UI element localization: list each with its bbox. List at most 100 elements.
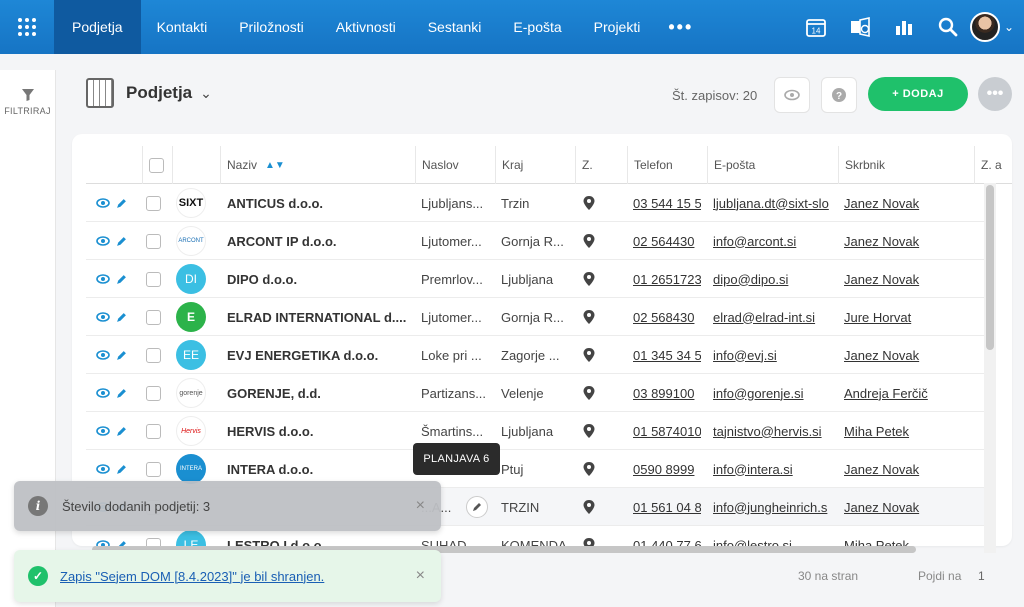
company-email[interactable]: info@arcont.si <box>713 222 833 260</box>
pencil-icon[interactable] <box>116 236 127 247</box>
map-pin-icon[interactable] <box>583 450 603 488</box>
company-phone[interactable]: 01 345 34 5 <box>633 336 701 374</box>
table-row[interactable]: Hervis HERVIS d.o.o. Šmartins... Ljublja… <box>86 412 996 450</box>
column-header-eposta[interactable]: E-pošta <box>707 146 838 184</box>
column-header-telefon[interactable]: Telefon <box>627 146 707 184</box>
filter-button[interactable]: FILTRIRAJ <box>0 88 55 116</box>
row-checkbox[interactable] <box>146 309 161 325</box>
nav-item-kontakti[interactable]: Kontakti <box>141 0 224 54</box>
company-owner[interactable]: Jure Horvat <box>844 298 969 336</box>
eye-icon[interactable] <box>96 312 110 322</box>
nav-item-priloznosti[interactable]: Priložnosti <box>223 0 320 54</box>
nav-item-aktivnosti[interactable]: Aktivnosti <box>320 0 412 54</box>
nav-item-eposta[interactable]: E-pošta <box>497 0 577 54</box>
map-pin-icon[interactable] <box>583 222 603 260</box>
company-phone[interactable]: 03 899100 <box>633 374 701 412</box>
select-all-checkbox[interactable] <box>149 157 164 173</box>
table-row[interactable]: E ELRAD INTERNATIONAL d.... Ljutomer... … <box>86 298 996 336</box>
company-name[interactable]: HERVIS d.o.o. <box>227 412 412 450</box>
row-checkbox[interactable] <box>146 385 161 401</box>
map-pin-icon[interactable] <box>583 336 603 374</box>
view-button[interactable] <box>774 77 810 113</box>
eye-icon[interactable] <box>96 274 110 284</box>
column-header-naziv[interactable]: Naziv ▲▼ <box>220 146 415 184</box>
company-owner[interactable]: Andreja Ferčič <box>844 374 969 412</box>
company-phone[interactable]: 02 568430 <box>633 298 701 336</box>
company-owner[interactable]: Janez Novak <box>844 260 969 298</box>
map-pin-icon[interactable] <box>583 184 603 222</box>
table-row[interactable]: gorenje GORENJE, d.d. Partizans... Velen… <box>86 374 996 412</box>
company-name[interactable]: ANTICUS d.o.o. <box>227 184 412 222</box>
pencil-icon[interactable] <box>116 312 127 323</box>
row-checkbox[interactable] <box>146 423 161 439</box>
page-title[interactable]: Podjetja <box>126 83 192 103</box>
company-name[interactable]: GORENJE, d.d. <box>227 374 412 412</box>
column-header-za[interactable]: Z. a <box>974 146 1012 184</box>
company-owner[interactable]: Janez Novak <box>844 336 969 374</box>
user-avatar[interactable] <box>969 12 1000 42</box>
exchange-sync-icon[interactable] <box>838 0 882 54</box>
eye-icon[interactable] <box>96 198 110 208</box>
column-header-z[interactable]: Z. <box>575 146 627 184</box>
company-email[interactable]: info@evj.si <box>713 336 833 374</box>
calendar-icon[interactable]: 14 <box>794 0 838 54</box>
close-icon[interactable]: × <box>416 497 425 515</box>
eye-icon[interactable] <box>96 426 110 436</box>
pencil-icon[interactable] <box>116 464 127 475</box>
sort-icon[interactable]: ▲▼ <box>265 160 285 171</box>
map-pin-icon[interactable] <box>583 374 603 412</box>
column-header-naslov[interactable]: Naslov <box>415 146 495 184</box>
company-email[interactable]: info@intera.si <box>713 450 833 488</box>
company-owner[interactable]: Janez Novak <box>844 450 969 488</box>
nav-item-projekti[interactable]: Projekti <box>578 0 657 54</box>
company-email[interactable]: ljubljana.dt@sixt-slo <box>713 184 833 222</box>
row-checkbox[interactable] <box>146 233 161 249</box>
company-email[interactable]: dipo@dipo.si <box>713 260 833 298</box>
company-phone[interactable]: 01 440 77 6 <box>633 526 701 547</box>
eye-icon[interactable] <box>96 464 110 474</box>
pencil-icon[interactable] <box>116 426 127 437</box>
pencil-icon[interactable] <box>116 198 127 209</box>
company-name[interactable]: ELRAD INTERNATIONAL d.... <box>227 298 412 336</box>
company-phone[interactable]: 01 5874010 <box>633 412 701 450</box>
edit-bubble-button[interactable] <box>466 496 488 518</box>
row-checkbox[interactable] <box>146 461 161 477</box>
company-name[interactable]: DIPO d.o.o. <box>227 260 412 298</box>
search-icon[interactable] <box>926 0 970 54</box>
help-button[interactable]: ? <box>821 77 857 113</box>
chevron-down-icon[interactable]: ⌄ <box>200 85 212 102</box>
table-row[interactable]: DI DIPO d.o.o. Premrlov... Ljubljana 01 … <box>86 260 996 298</box>
company-owner[interactable]: Janez Novak <box>844 488 969 526</box>
reports-chart-icon[interactable] <box>882 0 926 54</box>
company-email[interactable]: info@jungheinrich.s <box>713 488 833 526</box>
column-header-kraj[interactable]: Kraj <box>495 146 575 184</box>
company-email[interactable]: elrad@elrad-int.si <box>713 298 833 336</box>
company-email[interactable]: info@lestro.si <box>713 526 833 547</box>
eye-icon[interactable] <box>96 388 110 398</box>
map-pin-icon[interactable] <box>583 260 603 298</box>
company-email[interactable]: tajnistvo@hervis.si <box>713 412 833 450</box>
company-owner[interactable]: Janez Novak <box>844 184 969 222</box>
row-checkbox[interactable] <box>146 347 161 363</box>
chevron-down-icon[interactable]: ⌄ <box>1004 20 1014 34</box>
pencil-icon[interactable] <box>116 274 127 285</box>
nav-more-button[interactable]: ••• <box>656 17 705 38</box>
company-phone[interactable]: 02 564430 <box>633 222 701 260</box>
company-phone[interactable]: 0590 8999 <box>633 450 701 488</box>
map-pin-icon[interactable] <box>583 298 603 336</box>
company-email[interactable]: info@gorenje.si <box>713 374 833 412</box>
page-number-input[interactable]: 1 <box>978 569 985 583</box>
per-page-select[interactable]: 30 na stran <box>798 569 858 583</box>
company-phone[interactable]: 03 544 15 5 <box>633 184 701 222</box>
row-checkbox[interactable] <box>146 271 161 287</box>
map-pin-icon[interactable] <box>583 488 603 526</box>
close-icon[interactable]: × <box>416 567 425 585</box>
success-toast-link[interactable]: Zapis "Sejem DOM [8.4.2023]" je bil shra… <box>60 569 416 584</box>
nav-item-sestanki[interactable]: Sestanki <box>412 0 498 54</box>
company-owner[interactable]: Janez Novak <box>844 222 969 260</box>
table-row[interactable]: SIXT ANTICUS d.o.o. Ljubljans... Trzin 0… <box>86 184 996 222</box>
company-phone[interactable]: 01 561 04 8 <box>633 488 701 526</box>
nav-item-podjetja[interactable]: Podjetja <box>54 0 141 54</box>
table-row[interactable]: ARCONT ARCONT IP d.o.o. Ljutomer... Gorn… <box>86 222 996 260</box>
app-grid-icon[interactable] <box>0 0 54 54</box>
